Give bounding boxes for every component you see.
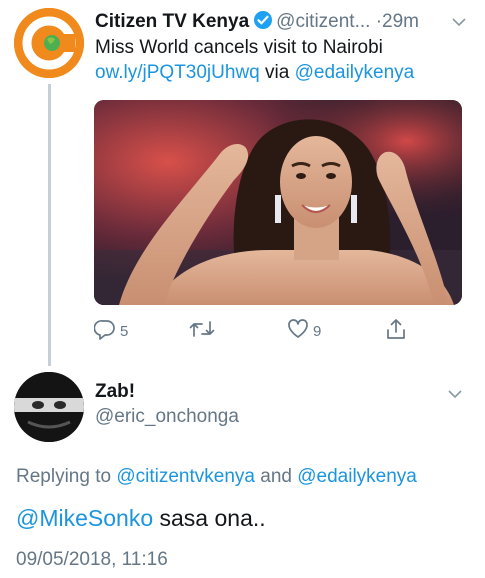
replying-mention-1[interactable]: @citizentvkenya — [116, 466, 255, 487]
citizen-tv-avatar[interactable] — [14, 8, 84, 78]
reply-count: 5 — [120, 322, 129, 340]
reply-author-handle[interactable]: @eric_onchonga — [95, 405, 239, 429]
thread-line — [48, 84, 51, 366]
citizen-tv-logo-icon — [14, 8, 84, 78]
like-button[interactable]: 9 — [287, 318, 321, 344]
author-handle[interactable]: @citizent... — [276, 11, 370, 32]
author-name[interactable]: Citizen TV Kenya — [95, 11, 249, 32]
tweet-time[interactable]: 29m — [382, 11, 419, 32]
via-mention[interactable]: @edailykenya — [295, 62, 415, 83]
replying-to-line: Replying to @citizentvkenya and @edailyk… — [16, 464, 476, 490]
reply-text: @MikeSonko sasa ona.. — [16, 503, 476, 533]
photo-miss-world-icon — [94, 100, 462, 305]
retweet-icon — [189, 318, 215, 345]
zab-avatar[interactable] — [14, 372, 84, 442]
replying-prefix: Replying to — [16, 466, 112, 487]
replying-and: and — [260, 466, 292, 487]
tweet-thread: Citizen TV Kenya @citizent... ·29m Miss W… — [0, 0, 485, 578]
reply-button[interactable]: 5 — [93, 318, 129, 345]
chevron-down-icon[interactable] — [447, 387, 463, 406]
person-photo-icon — [14, 372, 84, 442]
like-count: 9 — [313, 322, 322, 340]
verified-badge-icon — [253, 10, 273, 38]
tweet-headline: Miss World cancels visit to Nairobi — [95, 37, 383, 58]
tweet-media[interactable] — [94, 100, 462, 305]
share-button[interactable] — [385, 318, 407, 344]
tweet-header: Citizen TV Kenya @citizent... ·29m — [95, 9, 475, 35]
share-icon — [385, 318, 407, 345]
reply-mention[interactable]: @MikeSonko — [16, 505, 153, 531]
tweet-link[interactable]: ow.ly/jPQT30jUhwq — [95, 62, 260, 83]
replying-mention-2[interactable]: @edailykenya — [297, 466, 417, 487]
tweet-actions: 5 9 — [93, 318, 414, 345]
tweet-text: Miss World cancels visit to Nairobi ow.l… — [95, 35, 475, 85]
reply-icon — [93, 318, 116, 345]
via-word: via — [265, 62, 290, 83]
reply-timestamp[interactable]: 09/05/2018, 11:16 — [16, 548, 168, 572]
retweet-button[interactable] — [189, 318, 219, 344]
reply-body: sasa ona.. — [153, 505, 266, 531]
reply-author-name[interactable]: Zab! — [95, 380, 135, 404]
heart-icon — [287, 318, 309, 345]
